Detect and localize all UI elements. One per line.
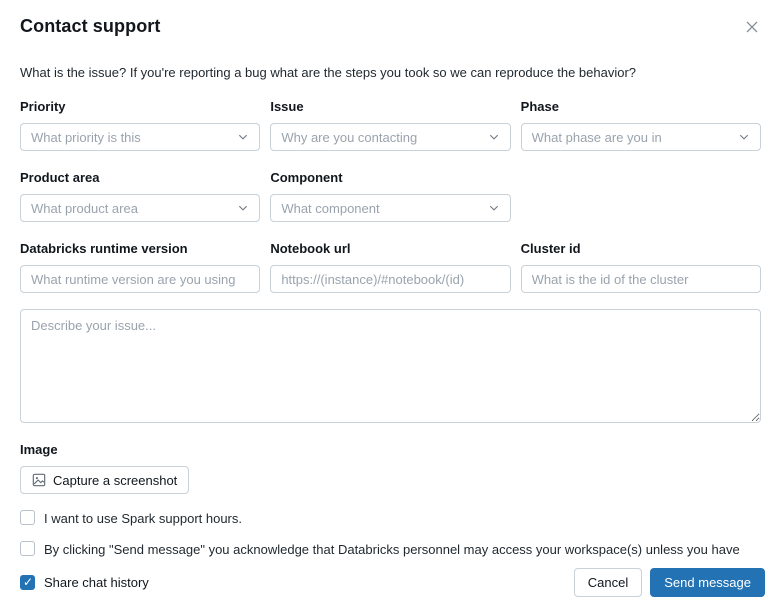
notebook-url-input[interactable] — [270, 265, 510, 293]
image-section: Image Capture a screenshot — [20, 442, 761, 494]
product-area-field-group: Product area What product area — [20, 170, 260, 222]
chevron-down-icon — [488, 202, 500, 214]
capture-screenshot-label: Capture a screenshot — [53, 473, 177, 488]
chevron-down-icon — [237, 202, 249, 214]
chevron-down-icon — [237, 131, 249, 143]
empty-cell — [521, 170, 761, 222]
notebook-url-field-group: Notebook url — [270, 241, 510, 293]
chevron-down-icon — [488, 131, 500, 143]
component-field-group: Component What component — [270, 170, 510, 222]
priority-placeholder: What priority is this — [31, 130, 141, 145]
component-placeholder: What component — [281, 201, 379, 216]
image-icon — [32, 473, 46, 487]
close-button[interactable] — [743, 18, 761, 39]
priority-select[interactable]: What priority is this — [20, 123, 260, 151]
component-label: Component — [270, 170, 510, 185]
notebook-url-label: Notebook url — [270, 241, 510, 256]
contact-support-modal: Contact support What is the issue? If yo… — [0, 0, 781, 558]
cluster-id-input[interactable] — [521, 265, 761, 293]
priority-label: Priority — [20, 99, 260, 114]
modal-title: Contact support — [20, 16, 161, 37]
acknowledge-checkbox-row: By clicking "Send message" you acknowled… — [20, 540, 761, 558]
phase-select[interactable]: What phase are you in — [521, 123, 761, 151]
phase-label: Phase — [521, 99, 761, 114]
intro-text: What is the issue? If you're reporting a… — [20, 65, 761, 80]
cancel-button[interactable]: Cancel — [574, 568, 642, 597]
product-area-placeholder: What product area — [31, 201, 138, 216]
runtime-version-input[interactable] — [20, 265, 260, 293]
cluster-id-field-group: Cluster id — [521, 241, 761, 293]
share-chat-label: Share chat history — [44, 575, 149, 590]
chevron-down-icon — [738, 131, 750, 143]
send-message-button[interactable]: Send message — [650, 568, 765, 597]
runtime-version-label: Databricks runtime version — [20, 241, 260, 256]
close-icon — [745, 21, 759, 38]
priority-field-group: Priority What priority is this — [20, 99, 260, 151]
form-row-2: Product area What product area Component… — [20, 170, 761, 222]
form-row-3: Databricks runtime version Notebook url … — [20, 241, 761, 293]
issue-description-textarea[interactable] — [20, 309, 761, 423]
acknowledge-checkbox[interactable] — [20, 541, 35, 556]
phase-placeholder: What phase are you in — [532, 130, 662, 145]
share-chat-checkbox-row: Share chat history — [20, 575, 149, 590]
acknowledge-label: By clicking "Send message" you acknowled… — [44, 540, 761, 558]
modal-header: Contact support — [20, 16, 761, 39]
footer-buttons: Cancel Send message — [574, 568, 765, 597]
issue-field-group: Issue Why are you contacting — [270, 99, 510, 151]
spark-hours-label: I want to use Spark support hours. — [44, 509, 242, 529]
cluster-id-label: Cluster id — [521, 241, 761, 256]
issue-select[interactable]: Why are you contacting — [270, 123, 510, 151]
runtime-version-field-group: Databricks runtime version — [20, 241, 260, 293]
image-label: Image — [20, 442, 761, 457]
product-area-label: Product area — [20, 170, 260, 185]
issue-label: Issue — [270, 99, 510, 114]
product-area-select[interactable]: What product area — [20, 194, 260, 222]
capture-screenshot-button[interactable]: Capture a screenshot — [20, 466, 189, 494]
share-chat-checkbox[interactable] — [20, 575, 35, 590]
form-row-1: Priority What priority is this Issue Why… — [20, 99, 761, 151]
issue-placeholder: Why are you contacting — [281, 130, 417, 145]
phase-field-group: Phase What phase are you in — [521, 99, 761, 151]
spark-hours-checkbox[interactable] — [20, 510, 35, 525]
component-select[interactable]: What component — [270, 194, 510, 222]
spark-hours-checkbox-row: I want to use Spark support hours. — [20, 509, 761, 529]
modal-footer: Share chat history Cancel Send message — [0, 558, 781, 612]
